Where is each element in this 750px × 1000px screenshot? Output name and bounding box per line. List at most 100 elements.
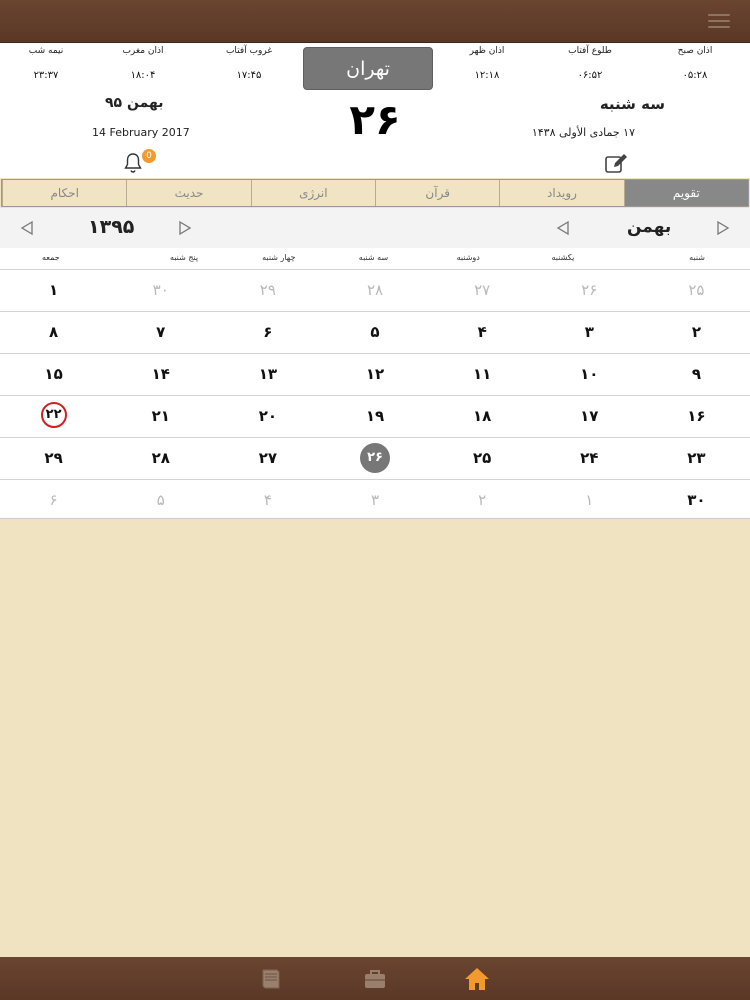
day-cell[interactable]: ۱۲ [321, 354, 428, 395]
tab-quran[interactable]: قرآن [375, 180, 499, 206]
day-cell[interactable]: ۱۱ [429, 354, 536, 395]
day-cell[interactable]: ۱۶ [643, 396, 750, 437]
day-cell[interactable]: ۴ [429, 312, 536, 353]
day-cell[interactable]: ۱۹ [321, 396, 428, 437]
day-number: ۱۵ [44, 365, 63, 383]
tab-rules[interactable]: احکام [2, 180, 126, 206]
day-number: ۸ [49, 323, 59, 341]
weekday-header: دوشنبه [456, 253, 480, 262]
day-number: ۲۵ [688, 281, 705, 299]
day-cell[interactable]: ۲۸ [321, 270, 428, 311]
prayer-time-sunrise: طلوع آفتاب ۰۶:۵۲ [540, 43, 640, 81]
day-number: ۲۹ [259, 281, 276, 299]
briefcase-icon[interactable] [362, 966, 388, 992]
day-cell[interactable]: ۲۹ [0, 438, 107, 479]
day-cell[interactable]: ۱۸ [429, 396, 536, 437]
day-cell-today[interactable]: ۲۶ [321, 438, 428, 479]
day-cell[interactable]: ۱۴ [107, 354, 214, 395]
day-cell[interactable]: ۲۱ [107, 396, 214, 437]
day-cell[interactable]: ۱۳ [214, 354, 321, 395]
next-year-arrow-icon[interactable] [178, 220, 192, 236]
prayer-value: ۱۷:۴۵ [236, 70, 262, 81]
home-icon[interactable] [464, 966, 490, 992]
day-cell[interactable]: ۲۵ [643, 270, 750, 311]
day-number: ۲۹ [44, 449, 63, 467]
day-number: ۲۷ [258, 449, 278, 467]
prayer-label: نیمه شب [28, 46, 64, 56]
day-cell[interactable]: ۲۹ [214, 270, 321, 311]
day-cell[interactable]: ۶ [0, 480, 107, 521]
day-cell[interactable]: ۲۰ [214, 396, 321, 437]
weekday-header: شنبه [689, 253, 705, 262]
prayer-value: ۱۲:۱۸ [474, 70, 500, 81]
weekday-header: پنج شنبه [169, 253, 199, 262]
day-cell[interactable]: ۶ [214, 312, 321, 353]
day-cell[interactable]: ۱۷ [536, 396, 643, 437]
day-number: ۳ [584, 323, 594, 341]
day-cell-holiday[interactable]: ۲۲ [0, 396, 107, 437]
day-cell[interactable]: ۱ [0, 270, 107, 311]
day-cell[interactable]: ۴ [214, 480, 321, 521]
day-cell[interactable]: ۲۸ [107, 438, 214, 479]
day-cell[interactable]: ۲ [643, 312, 750, 353]
menu-icon[interactable] [708, 14, 730, 28]
prayer-label: طلوع آفتاب [568, 46, 612, 56]
day-number: ۲۴ [580, 449, 599, 467]
next-month-arrow-icon[interactable] [716, 220, 730, 236]
city-button[interactable]: تهران [303, 47, 433, 90]
day-number: ۲۳ [687, 449, 706, 467]
day-number: ۱۲ [365, 365, 385, 383]
day-cell[interactable]: ۵ [107, 480, 214, 521]
prev-year-arrow-icon[interactable] [20, 220, 34, 236]
day-cell[interactable]: ۱۵ [0, 354, 107, 395]
day-cell[interactable]: ۲ [429, 480, 536, 521]
day-cell[interactable]: ۲۷ [429, 270, 536, 311]
tab-events[interactable]: رویداد [499, 180, 623, 206]
day-number: ۲۵ [472, 449, 492, 467]
bottom-tab-bar [0, 957, 750, 1000]
edit-icon[interactable] [604, 152, 630, 176]
day-number: ۵ [370, 323, 380, 341]
day-cell[interactable]: ۳ [321, 480, 428, 521]
day-cell[interactable]: ۲۳ [643, 438, 750, 479]
book-icon[interactable] [258, 966, 284, 992]
prev-month-arrow-icon[interactable] [556, 220, 570, 236]
day-cell[interactable]: ۱۰ [536, 354, 643, 395]
day-cell[interactable]: ۱ [536, 480, 643, 521]
day-cell[interactable]: ۲۵ [429, 438, 536, 479]
day-number: ۱۷ [580, 407, 599, 425]
day-cell[interactable]: ۲۶ [536, 270, 643, 311]
day-cell[interactable]: ۲۷ [214, 438, 321, 479]
weekday-header: یکشنبه [551, 253, 575, 262]
prayer-time-fajr: اذان صبح ۰۵:۲۸ [645, 43, 745, 81]
notification-badge: 0 [142, 149, 156, 163]
day-number: ۲۱ [151, 407, 170, 425]
day-cell[interactable]: ۳ [536, 312, 643, 353]
day-cell[interactable]: ۳۰ [643, 480, 750, 521]
day-cell[interactable]: ۵ [321, 312, 428, 353]
day-number: ۱۹ [365, 407, 385, 425]
prayer-value: ۰۶:۵۲ [577, 70, 603, 81]
prayer-label: غروب آفتاب [225, 46, 273, 56]
day-number: ۱۱ [472, 365, 492, 383]
day-cell[interactable]: ۷ [107, 312, 214, 353]
day-number: ۶ [263, 323, 273, 341]
tab-calendar[interactable]: تقویم [623, 180, 748, 206]
day-number: ۲۸ [366, 281, 384, 299]
week-row: ۲۳ ۲۴ ۲۵ ۲۶ ۲۷ ۲۸ ۲۹ [0, 437, 750, 479]
day-cell[interactable]: ۸ [0, 312, 107, 353]
day-number: ۲۰ [258, 407, 278, 425]
day-number: ۲۷ [474, 281, 491, 299]
day-number: ۴ [263, 491, 272, 509]
day-number: ۳۰ [152, 281, 169, 299]
day-cell[interactable]: ۹ [643, 354, 750, 395]
day-cell[interactable]: ۲۴ [536, 438, 643, 479]
tab-hadith[interactable]: حدیث [126, 180, 250, 206]
prayer-value: ۲۳:۳۷ [33, 70, 59, 81]
top-bar [0, 0, 750, 43]
day-number: ۱۴ [151, 365, 170, 383]
day-cell[interactable]: ۳۰ [107, 270, 214, 311]
day-number: ۷ [156, 323, 166, 341]
tab-energy[interactable]: انرژی [250, 180, 375, 206]
today-day-number: ۲۶ [349, 95, 401, 144]
